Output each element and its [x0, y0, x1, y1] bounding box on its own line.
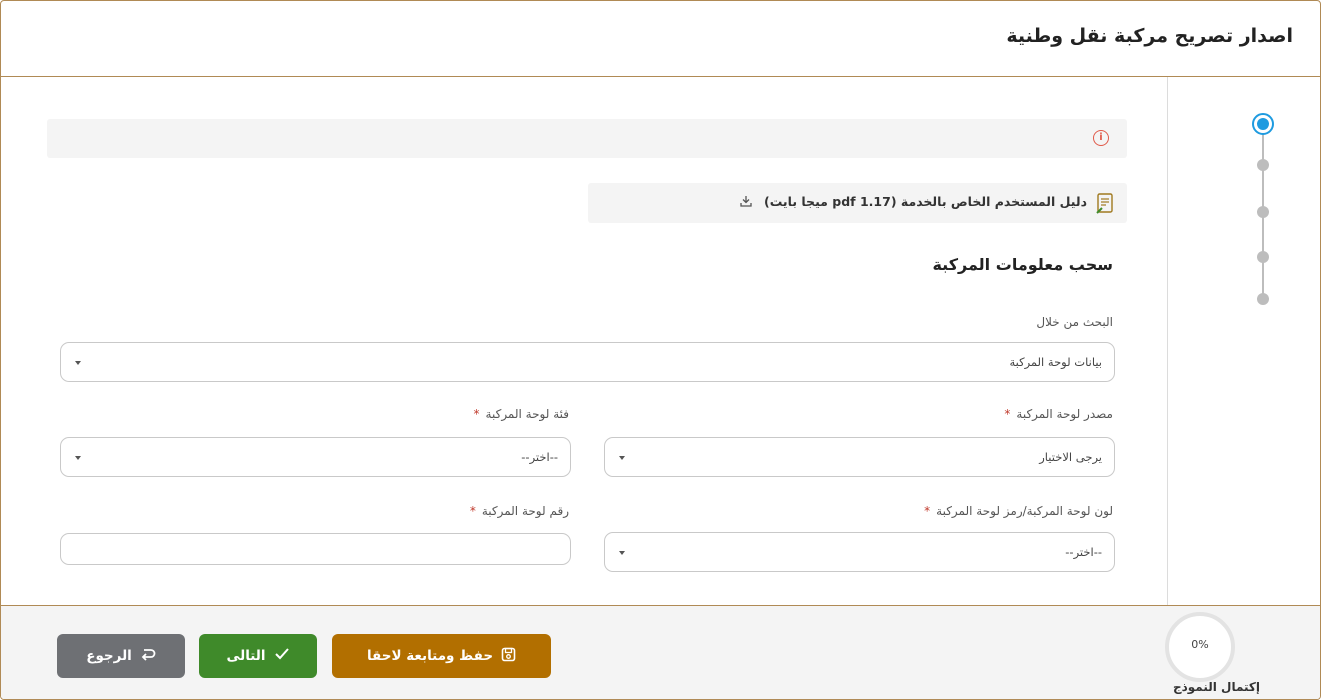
info-icon: i: [1093, 130, 1109, 146]
step-1-active[interactable]: [1252, 113, 1274, 135]
save-button-label: حفظ ومتابعة لاحقا: [366, 648, 494, 664]
plate-source-value: يرجى الاختيار: [1039, 450, 1102, 464]
back-button[interactable]: الرجوع: [57, 634, 185, 678]
section-title: سحب معلومات المركبة: [932, 255, 1113, 274]
plate-category-select[interactable]: --اختر--: [60, 437, 571, 477]
step-2[interactable]: [1257, 159, 1269, 171]
plate-color-value: --اختر--: [1065, 545, 1102, 559]
back-arrow-icon: [140, 647, 156, 665]
footer: الرجوع التالى حفظ ومتابعة لاحقا 0% إكتما…: [1, 605, 1320, 699]
chevron-down-icon: [75, 456, 81, 460]
save-icon: [501, 647, 516, 666]
next-button-label: التالى: [226, 648, 266, 664]
plate-category-label-text: فئة لوحة المركبة: [485, 407, 569, 421]
required-mark: *: [924, 504, 931, 518]
check-icon: [274, 647, 290, 665]
required-mark: *: [473, 407, 480, 421]
completion-label: إكتمال النموذج: [1172, 680, 1260, 694]
plate-source-label: مصدر لوحة المركبة *: [1004, 407, 1113, 421]
plate-color-select[interactable]: --اختر--: [604, 532, 1115, 572]
download-icon[interactable]: [739, 194, 753, 208]
completion-progress-ring: 0%: [1165, 612, 1235, 682]
step-4[interactable]: [1257, 251, 1269, 263]
plate-color-label: لون لوحة المركبة/رمز لوحة المركبة *: [924, 504, 1113, 518]
search-by-select[interactable]: بيانات لوحة المركبة: [60, 342, 1115, 382]
required-mark: *: [469, 504, 476, 518]
plate-source-label-text: مصدر لوحة المركبة: [1016, 407, 1113, 421]
document-icon: [1096, 193, 1113, 214]
plate-number-input[interactable]: [60, 533, 571, 565]
plate-category-label: فئة لوحة المركبة *: [474, 407, 569, 421]
stepper: [1167, 77, 1320, 605]
page-title: اصدار تصريح مركبة نقل وطنية: [1006, 25, 1293, 47]
required-mark: *: [1004, 407, 1011, 421]
page-header: اصدار تصريح مركبة نقل وطنية: [1, 1, 1320, 77]
form-body: i دليل المستخدم الخاص بالخدمة (1.17 pdf …: [1, 77, 1320, 605]
save-continue-later-button[interactable]: حفظ ومتابعة لاحقا: [332, 634, 551, 678]
chevron-down-icon: [75, 361, 81, 365]
step-3[interactable]: [1257, 206, 1269, 218]
step-5[interactable]: [1257, 293, 1269, 305]
page-frame: اصدار تصريح مركبة نقل وطنية i دليل المست…: [0, 0, 1321, 700]
next-button[interactable]: التالى: [199, 634, 317, 678]
plate-source-select[interactable]: يرجى الاختيار: [604, 437, 1115, 477]
user-guide-label[interactable]: دليل المستخدم الخاص بالخدمة (1.17 pdf مي…: [764, 194, 1087, 209]
plate-number-label-text: رقم لوحة المركبة: [481, 504, 569, 518]
plate-number-label: رقم لوحة المركبة *: [470, 504, 569, 518]
completion-percent: 0%: [1191, 638, 1209, 651]
chevron-down-icon: [619, 551, 625, 555]
back-button-label: الرجوع: [86, 648, 132, 664]
chevron-down-icon: [619, 456, 625, 460]
search-by-value: بيانات لوحة المركبة: [1009, 355, 1102, 369]
search-by-label: البحث من خلال: [1036, 315, 1113, 329]
plate-category-value: --اختر--: [521, 450, 558, 464]
plate-color-label-text: لون لوحة المركبة/رمز لوحة المركبة: [936, 504, 1113, 518]
notice-banner: i: [47, 119, 1127, 158]
user-guide-link[interactable]: دليل المستخدم الخاص بالخدمة (1.17 pdf مي…: [588, 183, 1127, 223]
